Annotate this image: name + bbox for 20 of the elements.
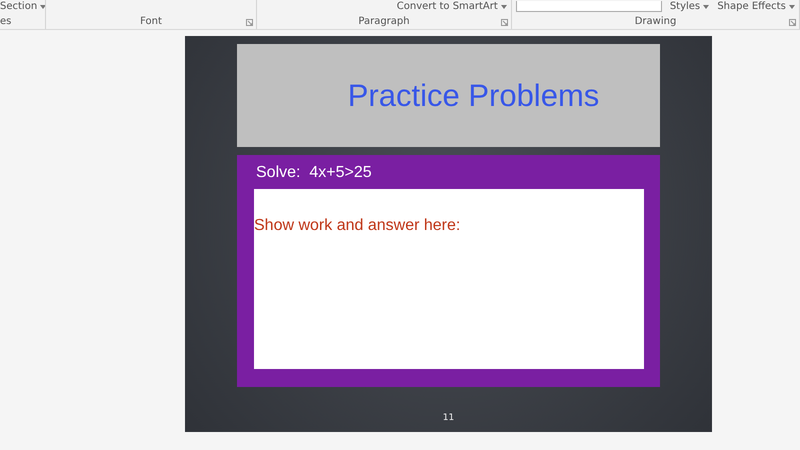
slide-title: Practice Problems (346, 78, 600, 114)
dialog-launcher-icon[interactable] (246, 19, 253, 26)
dialog-launcher-icon[interactable] (789, 19, 796, 26)
shapes-gallery[interactable] (516, 1, 662, 12)
caret-icon (789, 4, 795, 8)
caret-icon (40, 4, 45, 8)
ribbon-dropdown[interactable]: Styles (670, 0, 710, 12)
ribbon-dropdown[interactable]: Convert to SmartArt (396, 0, 507, 12)
problem-text: Solve: 4x+5>25 (255, 163, 373, 183)
group-label: Drawing (634, 15, 676, 29)
dialog-launcher-icon[interactable] (501, 19, 508, 26)
group-label: es (0, 15, 12, 29)
caret-icon (501, 4, 507, 8)
caret-icon (703, 4, 710, 8)
group-label: Paragraph (358, 15, 410, 29)
ribbon-dropdown[interactable]: Section (0, 0, 45, 12)
answer-label: Show work and answer here: (254, 217, 460, 235)
ribbon-dropdown[interactable]: Shape Effects (717, 0, 795, 12)
page-number: 11 (442, 413, 454, 423)
group-label: Font (140, 15, 162, 29)
